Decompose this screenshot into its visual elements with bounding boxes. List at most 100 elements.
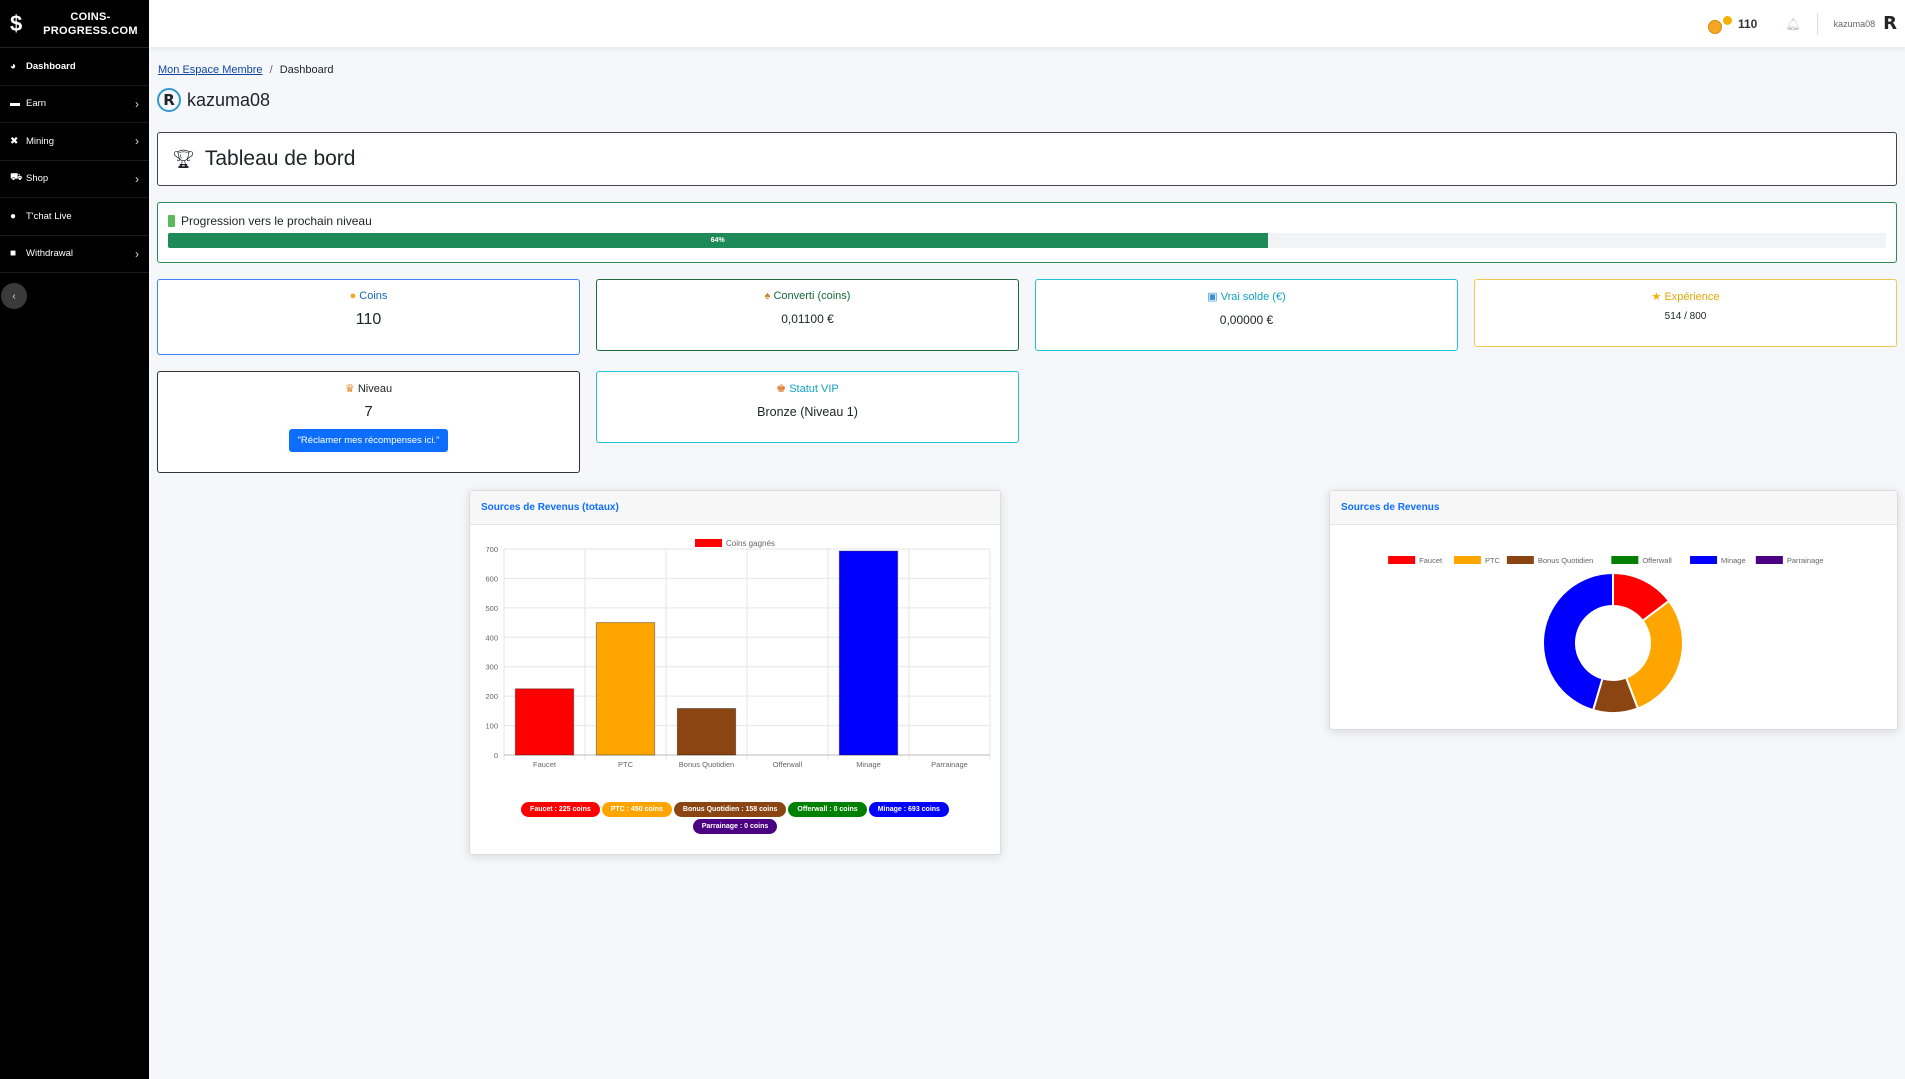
- cart-icon: ⛟: [10, 172, 23, 184]
- coins-balance[interactable]: 110: [1706, 14, 1757, 34]
- sidebar-item-dashboard[interactable]: ◕ Dashboard: [0, 48, 149, 86]
- main-content: Mon Espace Membre / Dashboard R kazuma08…: [149, 47, 1905, 1079]
- coin-icon: ●: [349, 290, 357, 302]
- revenue-pill: Parrainage : 0 coins: [692, 819, 778, 834]
- y-tick-label: 400: [485, 633, 498, 642]
- chevron-right-icon: ›: [135, 134, 139, 149]
- coins-count: 110: [1738, 16, 1758, 31]
- legend-label: Coins gagnés: [726, 539, 775, 548]
- x-tick-label: PTC: [618, 760, 634, 769]
- y-tick-label: 500: [485, 604, 498, 613]
- y-tick-label: 200: [485, 692, 498, 701]
- sidebar-nav: ◕ Dashboard ▬ Earn › ✖ Mining › ⛟ Shop ›…: [0, 48, 149, 273]
- chevron-right-icon: ›: [135, 96, 139, 111]
- converted-stat-card: ♠ Converti (coins) 0,01100 €: [596, 279, 1019, 351]
- chat-icon: ●: [10, 210, 17, 222]
- sidebar-item-label: Shop: [26, 173, 49, 185]
- trophy-icon: 🏆︎: [172, 148, 195, 169]
- y-tick-label: 100: [485, 722, 498, 731]
- chevron-left-icon: ‹: [12, 290, 16, 302]
- vip-stat-card: ♚ Statut VIP Bronze (Niveau 1): [596, 371, 1019, 443]
- revenue-pill: PTC : 450 coins: [601, 802, 672, 817]
- bar[interactable]: [838, 550, 899, 756]
- claim-rewards-button[interactable]: "Réclamer mes récompenses ici.": [288, 429, 449, 452]
- wallet-icon: ■: [10, 248, 17, 260]
- medal-icon: ♛: [344, 383, 355, 395]
- level-stat-card: ♛ Niveau 7 "Réclamer mes récompenses ici…: [157, 371, 580, 473]
- bar[interactable]: [514, 688, 575, 756]
- star-icon: ★: [1651, 291, 1662, 303]
- sidebar-item-label: T'chat Live: [26, 210, 72, 222]
- stat-label: Statut VIP: [789, 383, 839, 395]
- chart-card-title: Sources de Revenus: [1330, 491, 1897, 525]
- banknote-icon: ▣: [1207, 291, 1218, 303]
- tools-icon: ✖: [10, 135, 19, 147]
- sidebar-item-label: Mining: [26, 135, 54, 147]
- avatar: R: [157, 88, 181, 112]
- sidebar-item-earn[interactable]: ▬ Earn ›: [0, 86, 149, 123]
- chart-card-title: Sources de Revenus (totaux): [470, 491, 1000, 525]
- dashboard-icon: ◕: [10, 60, 17, 72]
- chart-legend: Faucet PTC Bonus Quotidien Offerwall Minage P…: [1388, 556, 1824, 565]
- bell-icon[interactable]: 🔔︎: [1785, 17, 1800, 31]
- balance-stat-card: ▣ Vrai solde (€) 0,00000 €: [1035, 279, 1458, 351]
- user-menu-name[interactable]: kazuma08: [1834, 19, 1876, 29]
- x-tick-label: Offerwall: [773, 760, 803, 769]
- stat-value: 514 / 800: [1664, 311, 1707, 322]
- legend-label: Parrainage: [1787, 556, 1824, 565]
- sidebar-item-withdrawal[interactable]: ■ Withdrawal ›: [0, 236, 149, 273]
- bar[interactable]: [595, 622, 656, 756]
- legend-swatch: [1388, 556, 1416, 564]
- legend-swatch: [1755, 556, 1783, 564]
- profile-header: R kazuma08: [157, 88, 270, 112]
- breadcrumb-link-member-space[interactable]: Mon Espace Membre: [158, 64, 263, 76]
- revenue-pill: Offerwall : 0 coins: [788, 802, 867, 817]
- legend-swatch: [695, 539, 722, 547]
- y-tick-label: 600: [485, 574, 498, 583]
- revenue-donut-chart: Faucet PTC Bonus Quotidien Offerwall Minage P…: [1388, 556, 1824, 714]
- level-progress-card: Progression vers le prochain niveau 64%: [157, 202, 1897, 263]
- money-icon: ▬: [10, 98, 20, 110]
- brand-logo[interactable]: $ COINS- PROGRESS.COM: [0, 0, 149, 48]
- legend-swatch: [1690, 556, 1718, 564]
- breadcrumb: Mon Espace Membre / Dashboard: [158, 64, 334, 76]
- legend-label: Bonus Quotidien: [1538, 556, 1593, 565]
- breadcrumb-current: Dashboard: [279, 64, 334, 76]
- stat-label: Expérience: [1664, 291, 1720, 303]
- user-logo[interactable]: R: [1883, 13, 1897, 34]
- x-tick-label: Parrainage: [931, 760, 968, 769]
- progress-label: Progression vers le prochain niveau: [181, 214, 372, 228]
- progress-percent: 64%: [710, 237, 725, 244]
- stat-label: Converti (coins): [773, 290, 851, 302]
- stat-value: 110: [355, 311, 382, 328]
- dollar-icon: $: [10, 10, 23, 36]
- stat-value: 7: [364, 403, 373, 420]
- revenue-pill: Minage : 693 coins: [868, 802, 949, 817]
- battery-icon: [168, 215, 175, 227]
- sidebar-item-mining[interactable]: ✖ Mining ›: [0, 123, 149, 161]
- revenue-donut-chart-card: Sources de Revenus Faucet PTC Bonus Quotid…: [1329, 490, 1898, 730]
- sidebar: $ COINS- PROGRESS.COM ◕ Dashboard ▬ Earn …: [0, 0, 149, 1079]
- top-bar: 110 🔔︎ kazuma08 R: [149, 0, 1905, 47]
- dashboard-title-card: 🏆︎ Tableau de bord: [157, 132, 1897, 186]
- donut-slice[interactable]: [1624, 599, 1684, 710]
- x-tick-label: Minage: [856, 760, 881, 769]
- crown-icon: ♚: [776, 383, 787, 395]
- chevron-right-icon: ›: [135, 171, 139, 186]
- revenue-bar-chart-card: Sources de Revenus (totaux) Coins gagnés…: [469, 490, 1001, 855]
- money-bag-icon: ♠: [764, 290, 771, 302]
- stat-value: Bronze (Niveau 1): [757, 405, 858, 419]
- stat-label: Coins: [359, 290, 388, 302]
- sidebar-collapse-button[interactable]: ‹: [1, 283, 27, 309]
- legend-label: Offerwall: [1642, 556, 1672, 565]
- legend-swatch: [1453, 556, 1481, 564]
- progress-bar: 64%: [168, 233, 1886, 248]
- progress-bar-fill: 64%: [168, 233, 1268, 248]
- y-tick-label: 0: [494, 751, 498, 760]
- page-title: Tableau de bord: [204, 147, 356, 170]
- sidebar-item-shop[interactable]: ⛟ Shop ›: [0, 161, 149, 198]
- sidebar-item-label: Withdrawal: [26, 248, 73, 260]
- bar[interactable]: [676, 708, 737, 756]
- sidebar-item-chat[interactable]: ● T'chat Live: [0, 198, 149, 236]
- stat-value: 0,00000 €: [1219, 313, 1274, 327]
